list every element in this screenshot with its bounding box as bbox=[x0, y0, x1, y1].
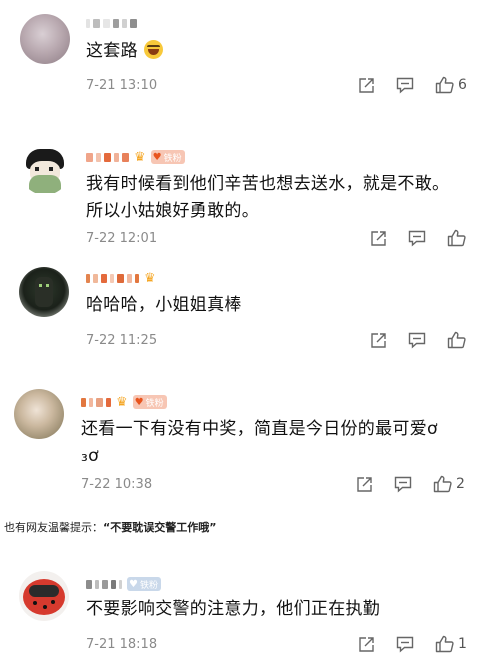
comment-actions: 1 bbox=[358, 633, 467, 655]
thumbs-up-icon bbox=[433, 475, 452, 493]
comment-text: 哈哈哈，小姐姐真棒 bbox=[86, 292, 242, 319]
reply-button[interactable] bbox=[394, 476, 412, 493]
avatar[interactable] bbox=[20, 145, 70, 195]
crown-icon: ♛ bbox=[116, 394, 128, 410]
reply-button[interactable] bbox=[396, 636, 414, 653]
comment-text-line: 哈哈哈，小姐姐真棒 bbox=[86, 295, 242, 315]
comment-time: 7-21 18:18 bbox=[86, 636, 158, 652]
share-icon bbox=[371, 230, 386, 246]
like-button[interactable]: 6 bbox=[435, 76, 467, 94]
comment-text: 这套路 bbox=[86, 38, 163, 65]
reply-button[interactable] bbox=[396, 77, 414, 94]
username-blurred[interactable]: ♥ 铁粉 bbox=[86, 576, 161, 592]
avatar[interactable] bbox=[19, 267, 69, 317]
thumbs-up-icon bbox=[435, 635, 454, 653]
comment-time: 7-22 12:01 bbox=[86, 230, 158, 246]
note-prefix: 也有网友温馨提示： bbox=[4, 521, 103, 534]
like-button[interactable]: 2 bbox=[433, 475, 465, 493]
heart-icon: ♥ bbox=[129, 578, 138, 590]
fan-badge: ♥ 铁粉 bbox=[150, 150, 185, 164]
comment-icon bbox=[408, 230, 426, 247]
comment-text-line: 我有时候看到他们辛苦也想去送水，就是不敢。 bbox=[86, 174, 450, 194]
comment-item: 这套路 7-21 13:10 6 bbox=[0, 0, 490, 105]
username-blurred[interactable]: ♛ ♥ 铁粉 bbox=[81, 394, 167, 410]
comment-text: 我有时候看到他们辛苦也想去送水，就是不敢。 所以小姑娘好勇敢的。 bbox=[86, 171, 449, 225]
like-button[interactable]: 1 bbox=[435, 635, 467, 653]
note-quote: “不要耽误交警工作哦” bbox=[103, 521, 217, 534]
comment-actions bbox=[370, 227, 466, 249]
comment-text-line: 所以小姑娘好勇敢的。 bbox=[86, 201, 259, 221]
share-button[interactable] bbox=[358, 77, 375, 94]
avatar[interactable] bbox=[20, 14, 70, 64]
share-button[interactable] bbox=[358, 636, 375, 653]
thumbs-up-icon bbox=[447, 331, 466, 349]
comment-icon bbox=[396, 77, 414, 94]
comment-icon bbox=[394, 476, 412, 493]
comment-text: 还看一下有没有中奖，简直是今日份的最可爱ơ ₃ơ bbox=[81, 416, 438, 470]
comment-item: ♥ 铁粉 不要影响交警的注意力，他们正在执勤 7-21 18:18 1 bbox=[0, 565, 490, 662]
heart-icon: ♥ bbox=[134, 396, 144, 408]
comment-time: 7-21 13:10 bbox=[86, 77, 158, 93]
fan-badge: ♥ 铁粉 bbox=[127, 577, 161, 591]
share-button[interactable] bbox=[356, 476, 373, 493]
username-blurred[interactable]: ♛ ♥ 铁粉 bbox=[86, 149, 185, 165]
thumbs-up-icon bbox=[447, 229, 466, 247]
reply-button[interactable] bbox=[408, 332, 426, 349]
share-icon bbox=[359, 636, 374, 652]
username-blurred[interactable]: ♛ bbox=[86, 270, 156, 286]
like-count: 2 bbox=[456, 476, 465, 492]
comment-item: ♛ 哈哈哈，小姐姐真棒 7-22 11:25 bbox=[0, 262, 490, 362]
comment-icon bbox=[408, 332, 426, 349]
like-count: 1 bbox=[458, 636, 467, 652]
comment-actions bbox=[370, 329, 466, 351]
username-blurred[interactable] bbox=[86, 15, 137, 31]
divider bbox=[14, 128, 484, 129]
like-count: 6 bbox=[458, 77, 467, 93]
comment-item: ♛ ♥ 铁粉 还看一下有没有中奖，简直是今日份的最可爱ơ ₃ơ 7-22 10:… bbox=[0, 380, 490, 505]
comment-text-line: 还看一下有没有中奖，简直是今日份的最可爱ơ bbox=[81, 419, 438, 439]
share-icon bbox=[371, 332, 386, 348]
comment-text-line: 不要影响交警的注意力，他们正在执勤 bbox=[86, 599, 381, 619]
fan-badge: ♥ 铁粉 bbox=[132, 395, 167, 409]
like-button[interactable] bbox=[447, 331, 466, 349]
laughing-emoji-icon bbox=[143, 40, 163, 59]
avatar[interactable] bbox=[14, 389, 64, 439]
share-button[interactable] bbox=[370, 230, 387, 247]
avatar[interactable] bbox=[19, 571, 69, 621]
share-button[interactable] bbox=[370, 332, 387, 349]
comment-item: ♛ ♥ 铁粉 我有时候看到他们辛苦也想去送水，就是不敢。 所以小姑娘好勇敢的。 … bbox=[0, 140, 490, 255]
heart-icon: ♥ bbox=[152, 151, 162, 163]
crown-icon: ♛ bbox=[134, 149, 146, 165]
comment-actions: 2 bbox=[356, 473, 465, 495]
comment-time: 7-22 11:25 bbox=[86, 332, 158, 348]
comment-actions: 6 bbox=[358, 74, 467, 96]
comment-icon bbox=[396, 636, 414, 653]
editor-note: 也有网友温馨提示：“不要耽误交警工作哦” bbox=[4, 519, 216, 535]
share-icon bbox=[359, 77, 374, 93]
comment-text-line: ₃ơ bbox=[81, 446, 99, 466]
crown-icon: ♛ bbox=[144, 270, 156, 286]
like-button[interactable] bbox=[447, 229, 466, 247]
share-icon bbox=[357, 476, 372, 492]
comment-time: 7-22 10:38 bbox=[81, 476, 153, 492]
reply-button[interactable] bbox=[408, 230, 426, 247]
comment-text: 不要影响交警的注意力，他们正在执勤 bbox=[86, 596, 380, 623]
thumbs-up-icon bbox=[435, 76, 454, 94]
